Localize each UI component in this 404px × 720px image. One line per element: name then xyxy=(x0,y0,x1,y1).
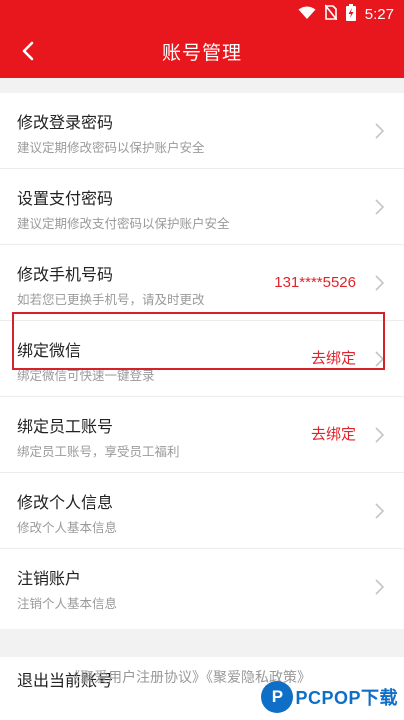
item-title: 修改登录密码 xyxy=(17,113,114,132)
item-subtitle: 修改个人基本信息 xyxy=(17,520,118,535)
item-title: 绑定微信 xyxy=(17,341,82,360)
section-divider xyxy=(0,629,404,657)
page-title: 账号管理 xyxy=(161,42,242,64)
item-subtitle: 建议定期修改支付密码以保护账户安全 xyxy=(17,216,230,231)
no-sim-icon xyxy=(324,4,338,24)
status-icons: 5:27 xyxy=(298,0,394,28)
chevron-right-icon xyxy=(372,198,386,216)
watermark-text: PCPOP下载 xyxy=(295,688,398,708)
item-title: 注销账户 xyxy=(17,569,82,588)
chevron-right-icon xyxy=(372,502,386,520)
battery-charging-icon xyxy=(345,3,356,25)
item-subtitle: 如若您已更换手机号，请及时更改 xyxy=(17,292,205,307)
item-subtitle: 绑定微信可快速一键登录 xyxy=(17,368,155,383)
pcpop-watermark: P PCPOP下载 xyxy=(261,680,398,714)
bind-wechat-action[interactable]: 去绑定 xyxy=(311,321,356,397)
chevron-left-icon xyxy=(21,41,35,65)
settings-item-cancel-account[interactable]: 注销账户 注销个人基本信息 xyxy=(0,549,404,625)
back-button[interactable] xyxy=(8,33,48,73)
logout-row[interactable]: 退出当前账号 《聚爱用户注册协议》《聚爱隐私政策》 P PCPOP下载 xyxy=(0,657,404,720)
chevron-right-icon xyxy=(372,578,386,596)
settings-item-bind-wechat[interactable]: 绑定微信 绑定微信可快速一键登录 去绑定 xyxy=(0,321,404,397)
item-subtitle: 注销个人基本信息 xyxy=(17,596,118,611)
settings-item-edit-profile[interactable]: 修改个人信息 修改个人基本信息 xyxy=(0,473,404,549)
settings-item-bind-employee-account[interactable]: 绑定员工账号 绑定员工账号，享受员工福利 去绑定 xyxy=(0,397,404,473)
chevron-right-icon xyxy=(372,350,386,368)
settings-item-set-payment-password[interactable]: 设置支付密码 建议定期修改支付密码以保护账户安全 xyxy=(0,169,404,245)
item-title: 修改个人信息 xyxy=(17,493,114,512)
settings-item-change-phone[interactable]: 修改手机号码 如若您已更换手机号，请及时更改 131****5526 xyxy=(0,245,404,321)
phone-number-value: 131****5526 xyxy=(274,274,356,291)
status-bar: 5:27 xyxy=(0,0,404,28)
settings-item-change-login-password[interactable]: 修改登录密码 建议定期修改密码以保护账户安全 xyxy=(0,93,404,169)
item-title: 设置支付密码 xyxy=(17,189,114,208)
item-subtitle: 建议定期修改密码以保护账户安全 xyxy=(17,140,205,155)
bind-employee-action[interactable]: 去绑定 xyxy=(311,397,356,473)
item-title: 修改手机号码 xyxy=(17,265,114,284)
status-time: 5:27 xyxy=(364,5,394,23)
wifi-icon xyxy=(298,5,316,24)
settings-list: 修改登录密码 建议定期修改密码以保护账户安全 设置支付密码 建议定期修改支付密码… xyxy=(0,93,404,629)
item-subtitle: 绑定员工账号，享受员工福利 xyxy=(17,444,180,459)
chevron-right-icon xyxy=(372,274,386,292)
chevron-right-icon xyxy=(372,426,386,444)
app-bar: 账号管理 xyxy=(0,28,404,78)
item-title: 绑定员工账号 xyxy=(17,417,114,436)
pcpop-logo: P xyxy=(261,681,294,713)
chevron-right-icon xyxy=(372,122,386,140)
